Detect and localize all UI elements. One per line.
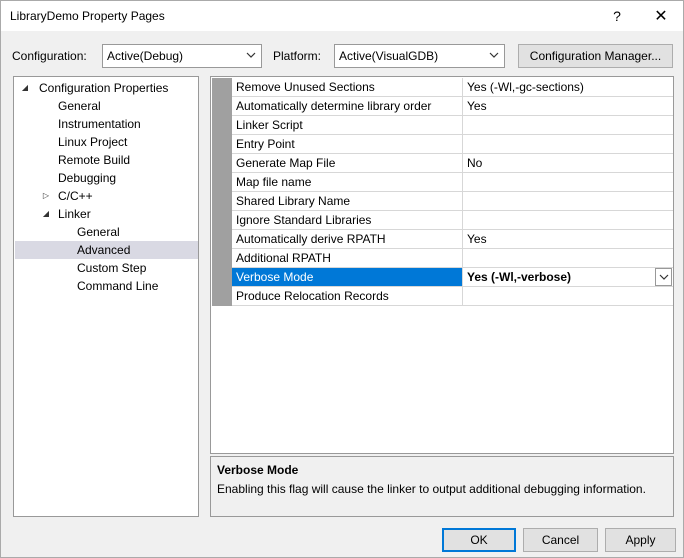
platform-select[interactable]: Active(VisualGDB): [334, 44, 505, 68]
value-dropdown-button[interactable]: [655, 268, 672, 286]
title-bar: LibraryDemo Property Pages ? ✕: [1, 1, 683, 31]
expanded-arrow-icon[interactable]: ◢: [40, 205, 52, 223]
tree-item-label: Custom Step: [77, 261, 147, 275]
property-name: Shared Library Name: [232, 192, 463, 210]
property-value[interactable]: No: [463, 154, 673, 172]
tree-item-label: Linux Project: [58, 135, 128, 149]
tree-item-label: Advanced: [77, 243, 131, 257]
description-title: Verbose Mode: [217, 463, 299, 477]
chevron-down-icon: [489, 52, 499, 58]
tree-item-command-line[interactable]: Command Line: [15, 277, 198, 295]
property-row-library-order[interactable]: Automatically determine library order Ye…: [232, 97, 673, 116]
property-name: Automatically derive RPATH: [232, 230, 463, 248]
ok-label: OK: [470, 533, 488, 547]
tree-item-general[interactable]: General: [15, 97, 198, 115]
configuration-manager-label: Configuration Manager...: [529, 49, 662, 63]
tree-item-label: Configuration Properties: [39, 81, 169, 95]
cancel-button[interactable]: Cancel: [523, 528, 598, 552]
property-value[interactable]: Yes (-Wl,-gc-sections): [463, 78, 673, 96]
row-gutter: [212, 78, 232, 306]
property-row-additional-rpath[interactable]: Additional RPATH: [232, 249, 673, 268]
configuration-label: Configuration:: [12, 49, 87, 63]
property-row-derive-rpath[interactable]: Automatically derive RPATH Yes: [232, 230, 673, 249]
tree-item-debugging[interactable]: Debugging: [15, 169, 198, 187]
property-row-linker-script[interactable]: Linker Script: [232, 116, 673, 135]
help-icon: ?: [613, 8, 621, 24]
property-name: Linker Script: [232, 116, 463, 134]
configuration-select[interactable]: Active(Debug): [102, 44, 262, 68]
property-row-map-file-name[interactable]: Map file name: [232, 173, 673, 192]
tree-item-c-cpp[interactable]: ▷ C/C++: [15, 187, 198, 205]
property-row-remove-unused-sections[interactable]: Remove Unused Sections Yes (-Wl,-gc-sect…: [232, 78, 673, 97]
property-name: Map file name: [232, 173, 463, 191]
cancel-label: Cancel: [541, 533, 580, 547]
help-button[interactable]: ?: [597, 1, 637, 31]
tree-item-label: Linker: [58, 207, 91, 221]
tree-item-linux-project[interactable]: Linux Project: [15, 133, 198, 151]
property-row-ignore-standard-libraries[interactable]: Ignore Standard Libraries: [232, 211, 673, 230]
property-name: Ignore Standard Libraries: [232, 211, 463, 229]
ok-button[interactable]: OK: [442, 528, 516, 552]
property-pages-window: LibraryDemo Property Pages ? ✕ Configura…: [0, 0, 684, 558]
property-name: Produce Relocation Records: [232, 287, 463, 305]
property-row-shared-library-name[interactable]: Shared Library Name: [232, 192, 673, 211]
property-name: Remove Unused Sections: [232, 78, 463, 96]
property-name: Generate Map File: [232, 154, 463, 172]
tree-item-instrumentation[interactable]: Instrumentation: [15, 115, 198, 133]
property-value[interactable]: [463, 249, 673, 267]
property-value[interactable]: [463, 192, 673, 210]
property-value[interactable]: [463, 116, 673, 134]
tree-item-linker-advanced[interactable]: Advanced: [15, 241, 198, 259]
property-name: Entry Point: [232, 135, 463, 153]
property-row-relocation-records[interactable]: Produce Relocation Records: [232, 287, 673, 306]
property-value[interactable]: [463, 135, 673, 153]
tree-item-linker-general[interactable]: General: [15, 223, 198, 241]
property-grid[interactable]: Remove Unused Sections Yes (-Wl,-gc-sect…: [210, 76, 674, 454]
property-value[interactable]: Yes: [463, 97, 673, 115]
property-name: Additional RPATH: [232, 249, 463, 267]
collapsed-arrow-icon[interactable]: ▷: [40, 187, 52, 205]
tree-item-linker[interactable]: ◢ Linker: [15, 205, 198, 223]
apply-label: Apply: [625, 533, 656, 547]
chevron-down-icon: [246, 52, 256, 58]
chevron-down-icon: [659, 274, 668, 280]
tree-item-label: General: [77, 225, 120, 239]
configuration-manager-button[interactable]: Configuration Manager...: [518, 44, 673, 68]
tree-item-label: C/C++: [58, 189, 93, 203]
apply-button[interactable]: Apply: [605, 528, 676, 552]
property-name: Automatically determine library order: [232, 97, 463, 115]
property-name: Verbose Mode: [232, 268, 463, 286]
window-title: LibraryDemo Property Pages: [10, 9, 165, 23]
property-row-entry-point[interactable]: Entry Point: [232, 135, 673, 154]
tree-item-remote-build[interactable]: Remote Build: [15, 151, 198, 169]
description-text: Enabling this flag will cause the linker…: [217, 482, 646, 496]
property-value-select[interactable]: Yes (-Wl,-verbose): [463, 268, 673, 286]
property-value[interactable]: [463, 173, 673, 191]
tree-item-label: Debugging: [58, 171, 117, 185]
tree-item-label: General: [58, 99, 101, 113]
property-row-verbose-mode[interactable]: Verbose Mode Yes (-Wl,-verbose): [232, 268, 673, 287]
category-tree[interactable]: ◢ Configuration Properties General Instr…: [13, 76, 199, 517]
tree-item-label: Remote Build: [58, 153, 131, 167]
platform-label: Platform:: [273, 49, 322, 63]
property-value[interactable]: Yes: [463, 230, 673, 248]
property-value[interactable]: [463, 211, 673, 229]
tree-item-configuration-properties[interactable]: ◢ Configuration Properties: [15, 79, 198, 97]
expanded-arrow-icon[interactable]: ◢: [19, 79, 31, 97]
close-button[interactable]: ✕: [641, 1, 681, 31]
property-value[interactable]: [463, 287, 673, 305]
configuration-value: Active(Debug): [107, 49, 184, 63]
close-icon: ✕: [654, 8, 668, 25]
tree-item-label: Command Line: [77, 279, 159, 293]
tree-item-custom-step[interactable]: Custom Step: [15, 259, 198, 277]
platform-value: Active(VisualGDB): [339, 49, 439, 63]
tree-item-label: Instrumentation: [58, 117, 141, 131]
property-row-generate-map-file[interactable]: Generate Map File No: [232, 154, 673, 173]
description-panel: Verbose Mode Enabling this flag will cau…: [210, 456, 674, 517]
